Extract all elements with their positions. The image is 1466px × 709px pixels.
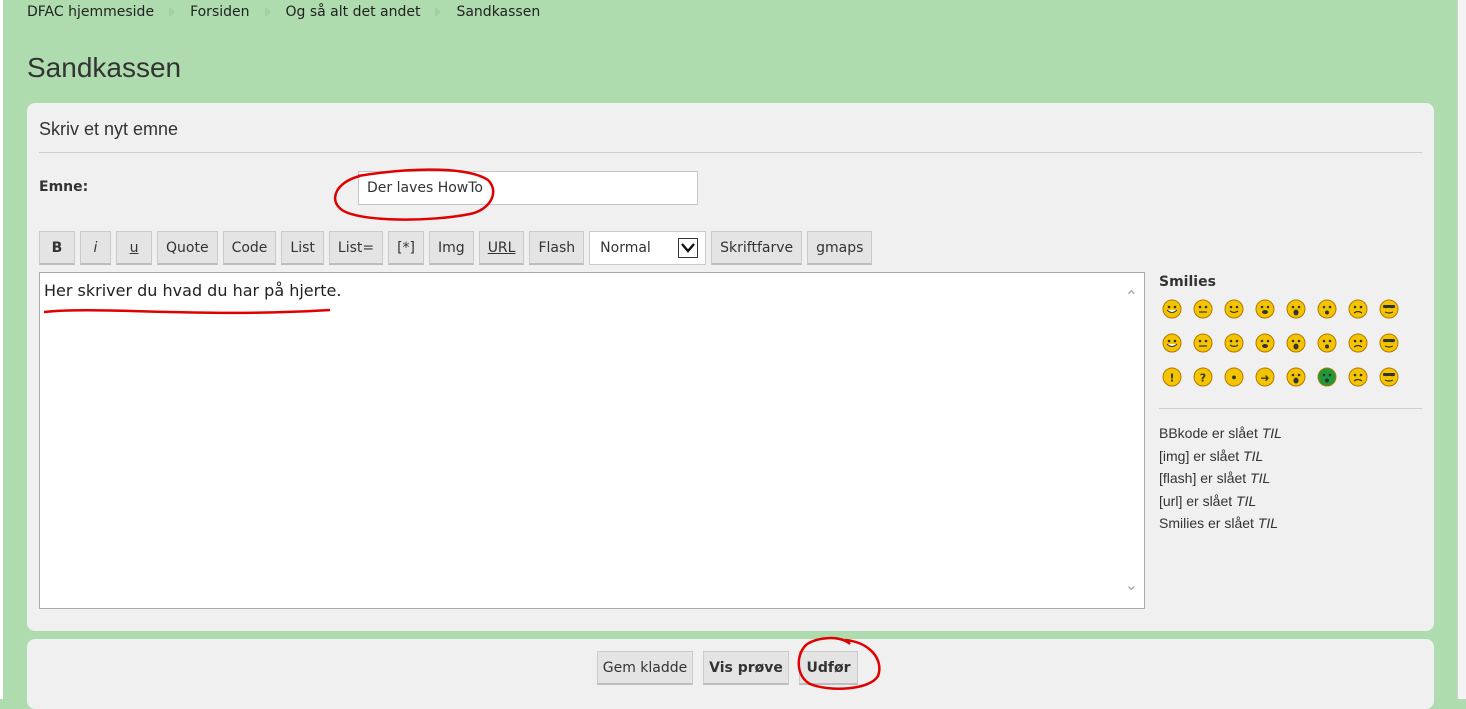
font-color-button[interactable]: Skriftfarve [711, 231, 803, 265]
smilies-heading: Smilies [1159, 274, 1216, 290]
message-text: Her skriver du hvad du har på hjerte. [44, 281, 342, 300]
twisted-icon[interactable] [1348, 333, 1368, 353]
breadcrumb-item-home[interactable]: DFAC hjemmeside [27, 4, 154, 20]
subject-input[interactable] [358, 171, 698, 205]
breadcrumb-item-forum-index[interactable]: Forsiden [190, 4, 249, 20]
left-edge [0, 0, 3, 699]
green-grin-icon[interactable] [1317, 367, 1337, 387]
url-button[interactable]: URL [478, 231, 525, 265]
scroll-down-icon[interactable]: ⌄ [1125, 575, 1138, 594]
divider [1159, 408, 1422, 409]
svg-text:•: • [1230, 372, 1237, 385]
list-button[interactable]: List [281, 231, 324, 265]
bbcode-toolbar: B i u Quote Code List List= [*] Img URL … [39, 231, 873, 265]
question-icon[interactable]: ? [1193, 367, 1213, 387]
page-scrollbar[interactable] [1457, 0, 1466, 699]
breadcrumb-item-category[interactable]: Og så alt det andet [286, 4, 421, 20]
form-heading: Skriv et nyt emne [39, 119, 179, 139]
svg-text:!: ! [1169, 372, 1174, 385]
bbcode-status-list: BBkode er slået TIL [img] er slået TIL [… [1159, 422, 1282, 535]
gmaps-button[interactable]: gmaps [807, 231, 873, 265]
underline-button[interactable]: u [116, 231, 152, 265]
save-draft-button[interactable]: Gem kladde [597, 651, 693, 685]
cool-icon[interactable] [1379, 299, 1399, 319]
font-size-select[interactable]: Normal [589, 231, 707, 265]
breadcrumb: DFAC hjemmeside Forsiden Og så alt det a… [27, 4, 540, 20]
message-textarea[interactable]: Her skriver du hvad du har på hjerte. ⌃ … [39, 272, 1145, 609]
redface-icon[interactable] [1255, 333, 1275, 353]
img-button[interactable]: Img [429, 231, 474, 265]
svg-text:?: ? [1200, 372, 1206, 385]
nerd-icon[interactable] [1379, 367, 1399, 387]
confused-icon[interactable] [1348, 299, 1368, 319]
divider [39, 152, 1422, 153]
subject-label: Emne: [39, 179, 89, 195]
scroll-up-icon[interactable]: ⌃ [1125, 287, 1138, 306]
font-size-value: Normal [600, 240, 651, 256]
status-note: BBkode er slået TIL [1159, 425, 1282, 441]
arrow-icon[interactable]: ➜ [1255, 367, 1275, 387]
status-note: [img] er slået TIL [1159, 447, 1264, 464]
evil-icon[interactable] [1317, 333, 1337, 353]
breadcrumb-separator-icon [264, 7, 271, 17]
shock-icon[interactable] [1317, 299, 1337, 319]
rolleyes-icon[interactable] [1379, 333, 1399, 353]
breadcrumb-item-forum[interactable]: Sandkassen [456, 4, 540, 20]
italic-button[interactable]: i [80, 231, 111, 265]
cry-icon[interactable] [1286, 333, 1306, 353]
smile-icon[interactable] [1224, 299, 1244, 319]
flash-button[interactable]: Flash [529, 231, 585, 265]
razz-icon[interactable] [1224, 333, 1244, 353]
laugh-icon[interactable] [1162, 333, 1182, 353]
breadcrumb-separator-icon [435, 7, 442, 17]
submit-button[interactable]: Udfør [799, 651, 858, 685]
neutral-face-icon[interactable] [1286, 367, 1306, 387]
grin-icon[interactable] [1162, 299, 1182, 319]
post-form-panel: Skriv et nyt emne Emne: B i u Quote Code… [27, 103, 1434, 631]
eek-icon[interactable] [1255, 299, 1275, 319]
bold-button[interactable]: B [39, 231, 75, 265]
surprised-icon[interactable] [1286, 299, 1306, 319]
geek-icon[interactable] [1348, 367, 1368, 387]
status-note: [flash] er slået TIL [1159, 470, 1271, 486]
ordered-list-button[interactable]: List= [328, 231, 384, 265]
page-title: Sandkassen [27, 52, 182, 83]
svg-text:➜: ➜ [1260, 372, 1269, 385]
exclaim-icon[interactable]: ! [1162, 367, 1182, 387]
status-note: Smilies er slået TIL [1159, 515, 1279, 531]
preview-button[interactable]: Vis prøve [703, 651, 789, 685]
neutral-icon[interactable] [1193, 299, 1213, 319]
idea-icon[interactable]: • [1224, 367, 1244, 387]
quote-button[interactable]: Quote [157, 231, 218, 265]
breadcrumb-separator-icon [169, 7, 176, 17]
mad-icon[interactable] [1193, 333, 1213, 353]
list-item-button[interactable]: [*] [388, 231, 425, 265]
chevron-down-icon [678, 238, 699, 258]
status-note: [url] er slået TIL [1159, 492, 1257, 509]
code-button[interactable]: Code [222, 231, 277, 265]
